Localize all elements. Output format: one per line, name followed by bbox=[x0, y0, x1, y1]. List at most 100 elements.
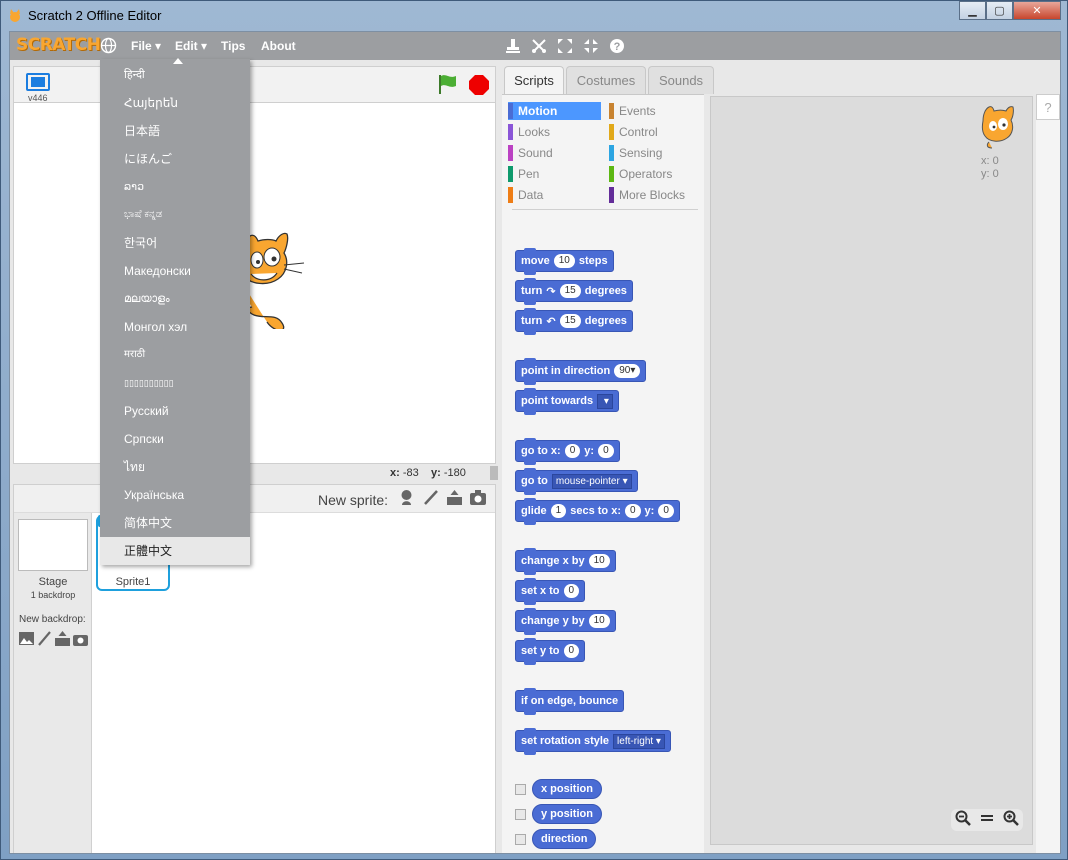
presentation-mode-button[interactable] bbox=[26, 73, 50, 91]
svg-text:?: ? bbox=[613, 41, 620, 53]
choose-sprite-from-library-icon[interactable] bbox=[397, 488, 415, 506]
globe-icon[interactable] bbox=[100, 37, 117, 54]
stage-header: v446 bbox=[13, 66, 496, 103]
stage-thumbnail[interactable] bbox=[18, 519, 88, 571]
stage-size-toggle[interactable] bbox=[490, 466, 498, 480]
sprite-position-readout: x: 0 y: 0 bbox=[981, 155, 999, 180]
zoom-out-icon[interactable] bbox=[955, 810, 972, 831]
category-control[interactable]: Control bbox=[609, 123, 702, 141]
language-item[interactable]: にほんご bbox=[100, 145, 250, 173]
mouse-coordinates: x: -83 y: -180 bbox=[390, 467, 466, 479]
rotate-counterclockwise-icon: ↶ bbox=[546, 315, 556, 328]
category-data[interactable]: Data bbox=[508, 186, 601, 204]
language-item-selected[interactable]: 正體中文 bbox=[100, 537, 250, 565]
block-move-steps[interactable]: move 10 steps bbox=[515, 248, 614, 275]
language-item[interactable]: Монгол хэл bbox=[100, 313, 250, 341]
app-window: Scratch 2 Offline Editor ▁ ▢ ✕ SCRATCH F… bbox=[0, 0, 1068, 860]
file-menu[interactable]: File ▾ bbox=[131, 39, 161, 53]
zoom-in-icon[interactable] bbox=[1003, 810, 1019, 831]
language-item[interactable]: हिन्दी bbox=[100, 61, 250, 89]
block-point-in-direction[interactable]: point in direction 90▾ bbox=[515, 358, 647, 385]
zoom-controls bbox=[951, 809, 1023, 831]
green-flag-icon[interactable] bbox=[436, 73, 458, 95]
category-events[interactable]: Events bbox=[609, 102, 702, 120]
grow-icon[interactable] bbox=[556, 37, 573, 54]
zoom-reset-icon[interactable] bbox=[980, 811, 994, 829]
about-menu[interactable]: About bbox=[261, 39, 296, 53]
block-go-to-xy[interactable]: go to x: 0 y: 0 bbox=[515, 438, 620, 465]
block-turn-left[interactable]: turn ↶ 15 degrees bbox=[515, 308, 633, 335]
reporter-x-position[interactable]: x position bbox=[532, 779, 602, 799]
category-operators[interactable]: Operators bbox=[609, 165, 702, 183]
block-change-y[interactable]: change y by 10 bbox=[515, 608, 616, 635]
checkbox-direction[interactable] bbox=[515, 834, 526, 845]
paint-new-sprite-icon[interactable] bbox=[421, 488, 439, 506]
block-set-x[interactable]: set x to 0 bbox=[515, 578, 586, 605]
reporter-y-position[interactable]: y position bbox=[532, 804, 602, 824]
maximize-button[interactable]: ▢ bbox=[986, 1, 1013, 20]
language-item[interactable]: Српски bbox=[100, 425, 250, 453]
paint-backdrop-icon[interactable] bbox=[37, 631, 52, 646]
language-item[interactable]: ລາວ bbox=[100, 173, 250, 201]
block-bounce[interactable]: if on edge, bounce bbox=[515, 688, 625, 715]
checkbox-x-position[interactable] bbox=[515, 784, 526, 795]
language-item[interactable]: ไทย bbox=[100, 453, 250, 481]
edit-menu[interactable]: Edit ▾ bbox=[175, 39, 207, 53]
language-item[interactable]: Հայերեն bbox=[100, 89, 250, 117]
help-button[interactable]: ? bbox=[1036, 94, 1060, 120]
block-palette: Motion Looks Sound Pen Data Events Contr… bbox=[502, 94, 704, 853]
palette-divider bbox=[512, 209, 698, 210]
language-item[interactable]: ▯▯▯▯▯▯▯▯▯▯ bbox=[100, 369, 250, 397]
category-more-blocks[interactable]: More Blocks bbox=[609, 186, 702, 204]
language-item[interactable]: 한국어 bbox=[100, 229, 250, 257]
block-change-x[interactable]: change x by 10 bbox=[515, 548, 616, 575]
checkbox-y-position[interactable] bbox=[515, 809, 526, 820]
window-title: Scratch 2 Offline Editor bbox=[28, 8, 162, 23]
category-looks[interactable]: Looks bbox=[508, 123, 601, 141]
block-rotation-style[interactable]: set rotation style left-right ▾ bbox=[515, 728, 671, 755]
language-item[interactable]: ಭಾಷೆ ಕನ್ನಡ bbox=[100, 201, 250, 229]
language-item[interactable]: Українська bbox=[100, 481, 250, 509]
language-item[interactable]: 简体中文 bbox=[100, 509, 250, 537]
language-item[interactable]: Русский bbox=[100, 397, 250, 425]
category-motion[interactable]: Motion bbox=[508, 102, 601, 120]
upload-sprite-icon[interactable] bbox=[445, 488, 463, 506]
camera-icon[interactable] bbox=[469, 488, 487, 506]
language-item[interactable]: Македонски bbox=[100, 257, 250, 285]
backdrop-library-icon[interactable] bbox=[19, 631, 34, 646]
tips-menu[interactable]: Tips bbox=[221, 39, 245, 53]
language-item[interactable]: മലയാളം bbox=[100, 285, 250, 313]
close-button[interactable]: ✕ bbox=[1013, 1, 1061, 20]
block-turn-right[interactable]: turn ↷ 15 degrees bbox=[515, 278, 633, 305]
scratch-logo[interactable]: SCRATCH bbox=[16, 35, 101, 55]
upload-backdrop-icon[interactable] bbox=[55, 631, 70, 646]
backdrop-camera-icon[interactable] bbox=[73, 631, 88, 646]
block-glide[interactable]: glide 1 secs to x: 0 y: 0 bbox=[515, 498, 680, 525]
reporter-direction[interactable]: direction bbox=[532, 829, 597, 849]
stage-canvas[interactable] bbox=[13, 102, 496, 464]
menu-bar: SCRATCH File ▾ Edit ▾ Tips About ? bbox=[10, 32, 1060, 60]
block-point-towards[interactable]: point towards ▾ bbox=[515, 388, 619, 415]
right-strip bbox=[1036, 120, 1060, 853]
language-item[interactable]: 日本語 bbox=[100, 117, 250, 145]
tab-sounds[interactable]: Sounds bbox=[648, 66, 714, 94]
new-backdrop-label: New backdrop: bbox=[19, 614, 86, 625]
tab-scripts[interactable]: Scripts bbox=[504, 66, 564, 94]
stop-button[interactable] bbox=[469, 75, 489, 95]
scripts-area[interactable]: x: 0 y: 0 bbox=[710, 96, 1033, 845]
minimize-button[interactable]: ▁ bbox=[959, 1, 986, 20]
category-sound[interactable]: Sound bbox=[508, 144, 601, 162]
category-sensing[interactable]: Sensing bbox=[609, 144, 702, 162]
tab-costumes[interactable]: Costumes bbox=[566, 66, 646, 94]
delete-scissors-icon[interactable] bbox=[530, 37, 547, 54]
sprite-name-label: Sprite1 bbox=[115, 576, 151, 588]
duplicate-stamp-icon[interactable] bbox=[504, 37, 521, 54]
language-item[interactable]: मराठी bbox=[100, 341, 250, 369]
block-go-to[interactable]: go to mouse-pointer ▾ bbox=[515, 468, 638, 495]
scratch-cat-icon bbox=[10, 9, 20, 22]
title-bar: Scratch 2 Offline Editor ▁ ▢ ✕ bbox=[1, 1, 1068, 31]
block-set-y[interactable]: set y to 0 bbox=[515, 638, 586, 665]
help-question-icon[interactable]: ? bbox=[608, 37, 625, 54]
category-pen[interactable]: Pen bbox=[508, 165, 601, 183]
shrink-icon[interactable] bbox=[582, 37, 599, 54]
